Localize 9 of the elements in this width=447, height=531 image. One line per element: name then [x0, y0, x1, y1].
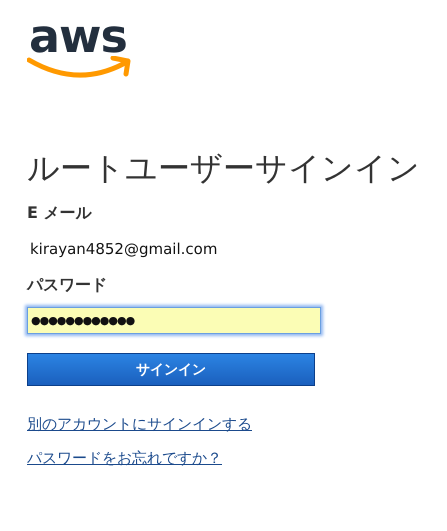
logo-text: aws	[28, 14, 127, 58]
email-label: E メール	[27, 202, 92, 224]
email-value: kirayan4852@gmail.com	[30, 239, 218, 260]
link[interactable]: パスワードをお忘れですか？	[27, 448, 222, 468]
password-label: パスワード	[27, 274, 107, 296]
link[interactable]: 別のアカウントにサインインする	[27, 414, 252, 434]
page-title: ルートユーザーサインイン	[27, 148, 420, 188]
password-field[interactable]: ●●●●●●●●●●●●	[27, 307, 321, 334]
sign-in-button[interactable]: サインイン	[27, 353, 315, 386]
